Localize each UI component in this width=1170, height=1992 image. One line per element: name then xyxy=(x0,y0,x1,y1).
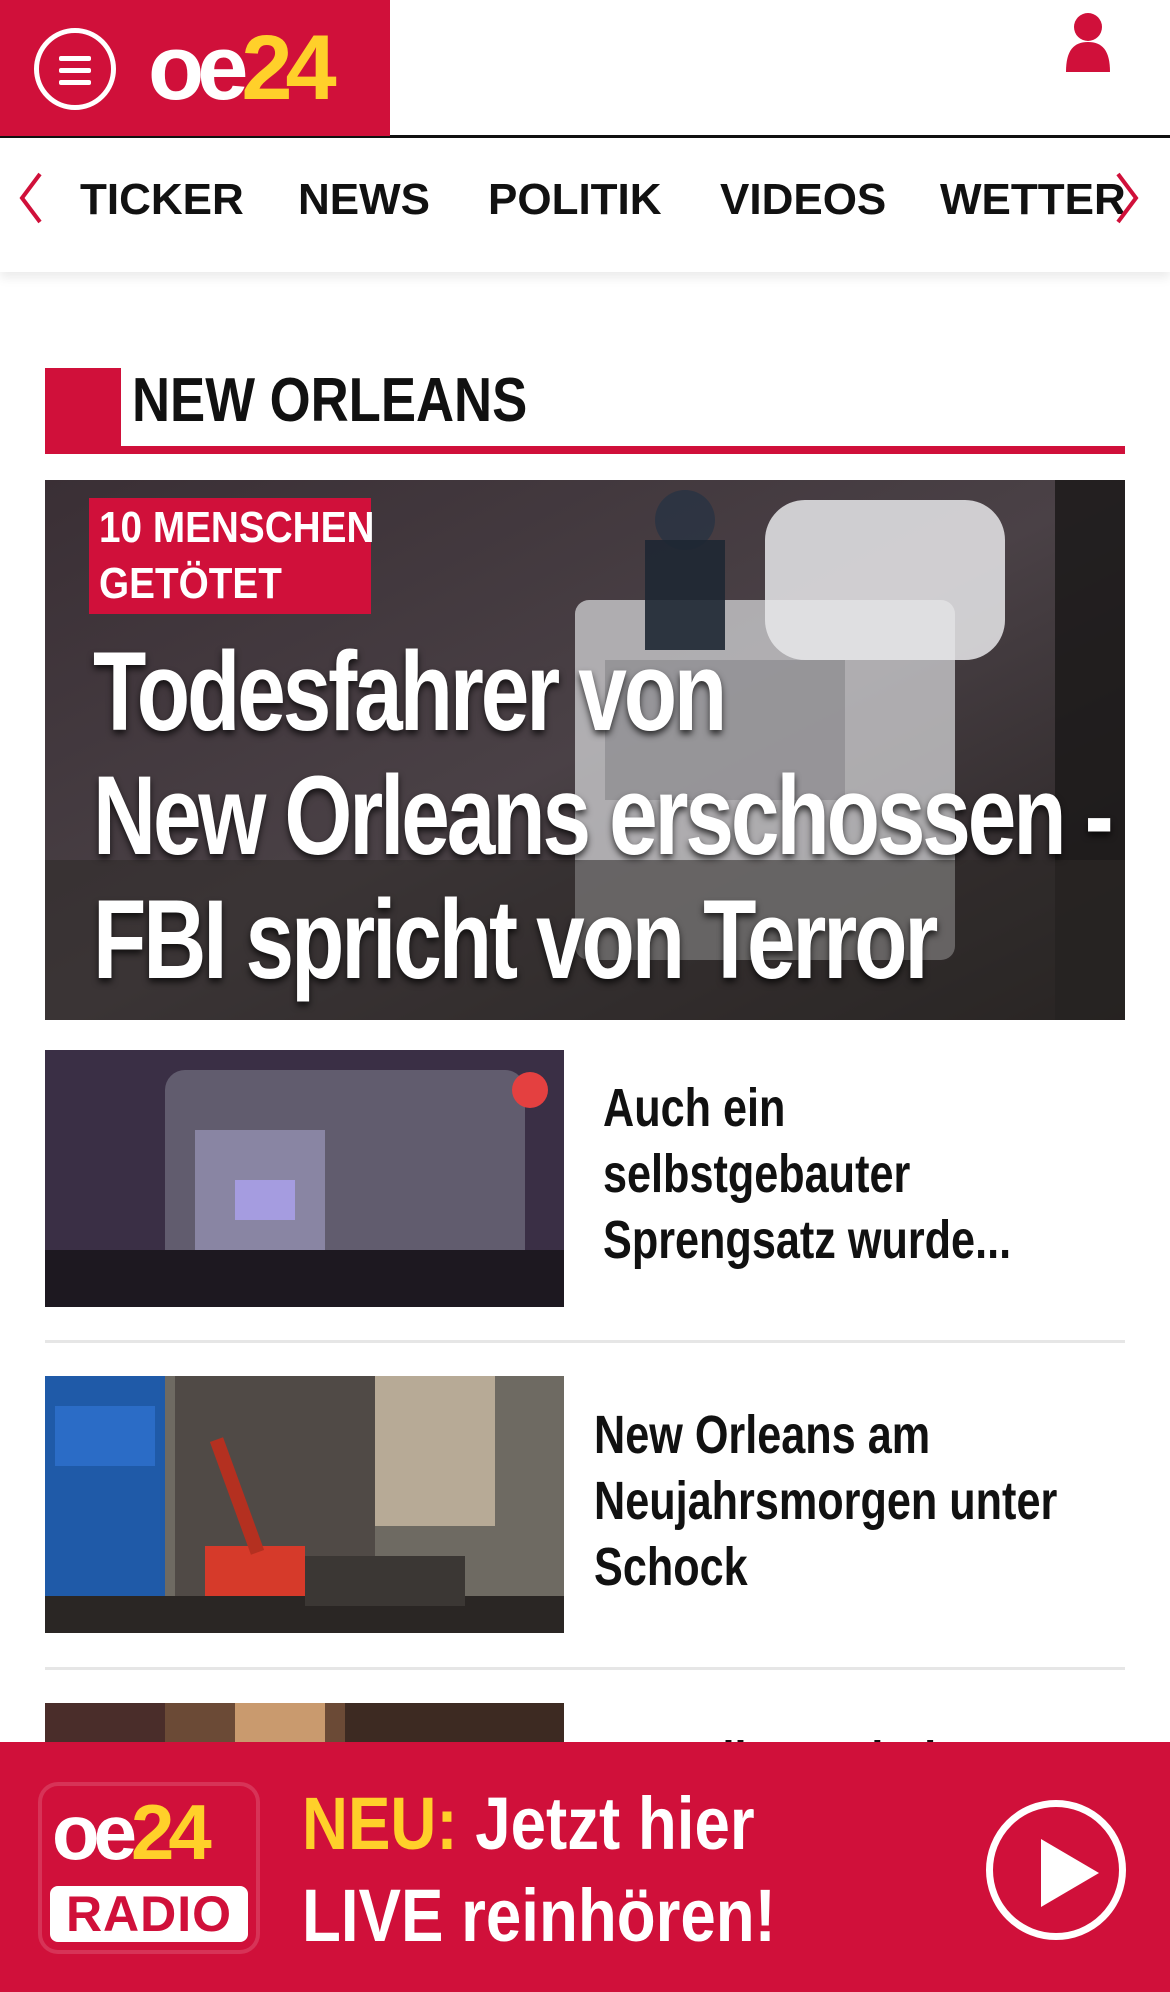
category-nav: TICKER NEWS POLITIK VIDEOS WETTER xyxy=(0,138,1170,272)
teaser-image[interactable] xyxy=(45,1376,564,1633)
section-underline xyxy=(45,446,1125,454)
nav-item-politik[interactable]: POLITIK xyxy=(488,176,662,224)
hero-article[interactable]: 10 MENSCHEN GETÖTET Todesfahrer von New … xyxy=(45,480,1125,1020)
play-icon[interactable] xyxy=(986,1800,1126,1940)
oe24-radio-logo: oe24 RADIO xyxy=(42,1786,256,1950)
chevron-left-icon[interactable] xyxy=(16,168,46,228)
teaser-title[interactable]: New Orleans am Neujahrsmorgen unter Scho… xyxy=(594,1402,1090,1600)
radio-banner-text[interactable]: NEU: Jetzt hier LIVE reinhören! xyxy=(302,1778,776,1962)
hero-title[interactable]: Todesfahrer von New Orleans erschossen -… xyxy=(93,630,1123,1002)
neu-label: NEU: xyxy=(302,1782,458,1865)
radio-banner[interactable]: oe24 RADIO NEU: Jetzt hier LIVE reinhöre… xyxy=(0,1742,1170,1992)
hero-kicker-badge: 10 MENSCHEN GETÖTET xyxy=(89,498,375,614)
hero-kicker-line2: GETÖTET xyxy=(99,559,282,608)
hamburger-menu-icon[interactable] xyxy=(34,28,116,110)
brand-block: oe24 xyxy=(0,0,390,136)
nav-item-news[interactable]: NEWS xyxy=(298,176,430,224)
hero-kicker-line1: 10 MENSCHEN xyxy=(99,503,375,552)
section-title[interactable]: NEW ORLEANS xyxy=(132,366,527,436)
radio-logo-label: RADIO xyxy=(50,1886,248,1942)
teaser-image[interactable] xyxy=(45,1050,564,1307)
section-marker xyxy=(45,368,121,454)
radio-banner-line2: LIVE reinhören! xyxy=(302,1874,776,1957)
user-icon[interactable] xyxy=(1064,12,1112,74)
teaser-title[interactable]: Auch ein selbstgebauter Sprengsatz wurde… xyxy=(603,1075,1099,1273)
divider xyxy=(45,1340,1125,1343)
divider xyxy=(45,1667,1125,1670)
nav-item-wetter[interactable]: WETTER xyxy=(940,176,1126,224)
nav-item-videos[interactable]: VIDEOS xyxy=(720,176,886,224)
nav-item-ticker[interactable]: TICKER xyxy=(80,176,244,224)
top-header: oe24 xyxy=(0,0,1170,138)
chevron-right-icon[interactable] xyxy=(1112,168,1142,228)
oe24-logo[interactable]: oe24 xyxy=(148,22,337,114)
